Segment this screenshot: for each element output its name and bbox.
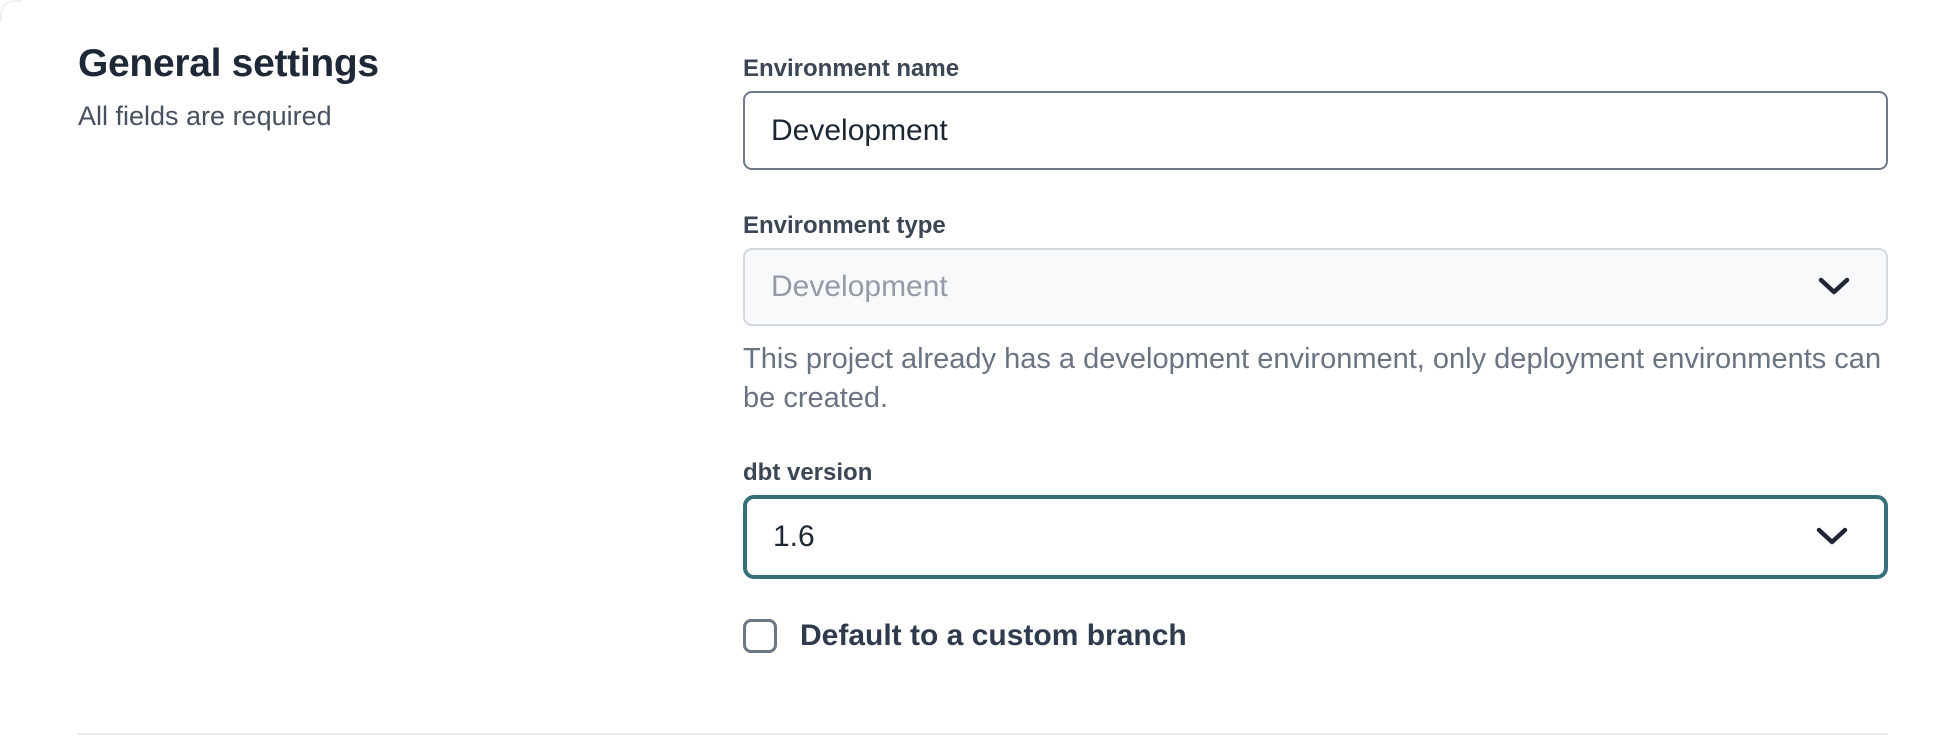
environment-settings-form: Environment name Environment type Develo… — [743, 55, 1888, 653]
card-corner-decoration — [0, 0, 22, 22]
dbt-version-select[interactable]: 1.6 — [743, 495, 1888, 579]
environment-type-helper-text: This project already has a development e… — [743, 340, 1888, 418]
custom-branch-checkbox[interactable] — [743, 619, 777, 653]
chevron-down-icon — [1816, 527, 1848, 547]
environment-name-label: Environment name — [743, 55, 1888, 83]
environment-type-label: Environment type — [743, 212, 1888, 240]
dbt-version-label: dbt version — [743, 459, 1888, 487]
custom-branch-row: Default to a custom branch — [743, 619, 1888, 653]
environment-type-select: Development — [743, 248, 1888, 326]
settings-intro-section: General settings All fields are required — [78, 40, 638, 132]
page-subtitle: All fields are required — [78, 100, 638, 132]
environment-type-selected-value: Development — [771, 270, 948, 304]
section-divider — [78, 733, 1888, 735]
chevron-down-icon — [1818, 277, 1850, 297]
page-title: General settings — [78, 40, 638, 88]
dbt-version-selected-value: 1.6 — [773, 520, 815, 554]
custom-branch-label[interactable]: Default to a custom branch — [800, 619, 1187, 653]
environment-name-input[interactable] — [743, 91, 1888, 170]
